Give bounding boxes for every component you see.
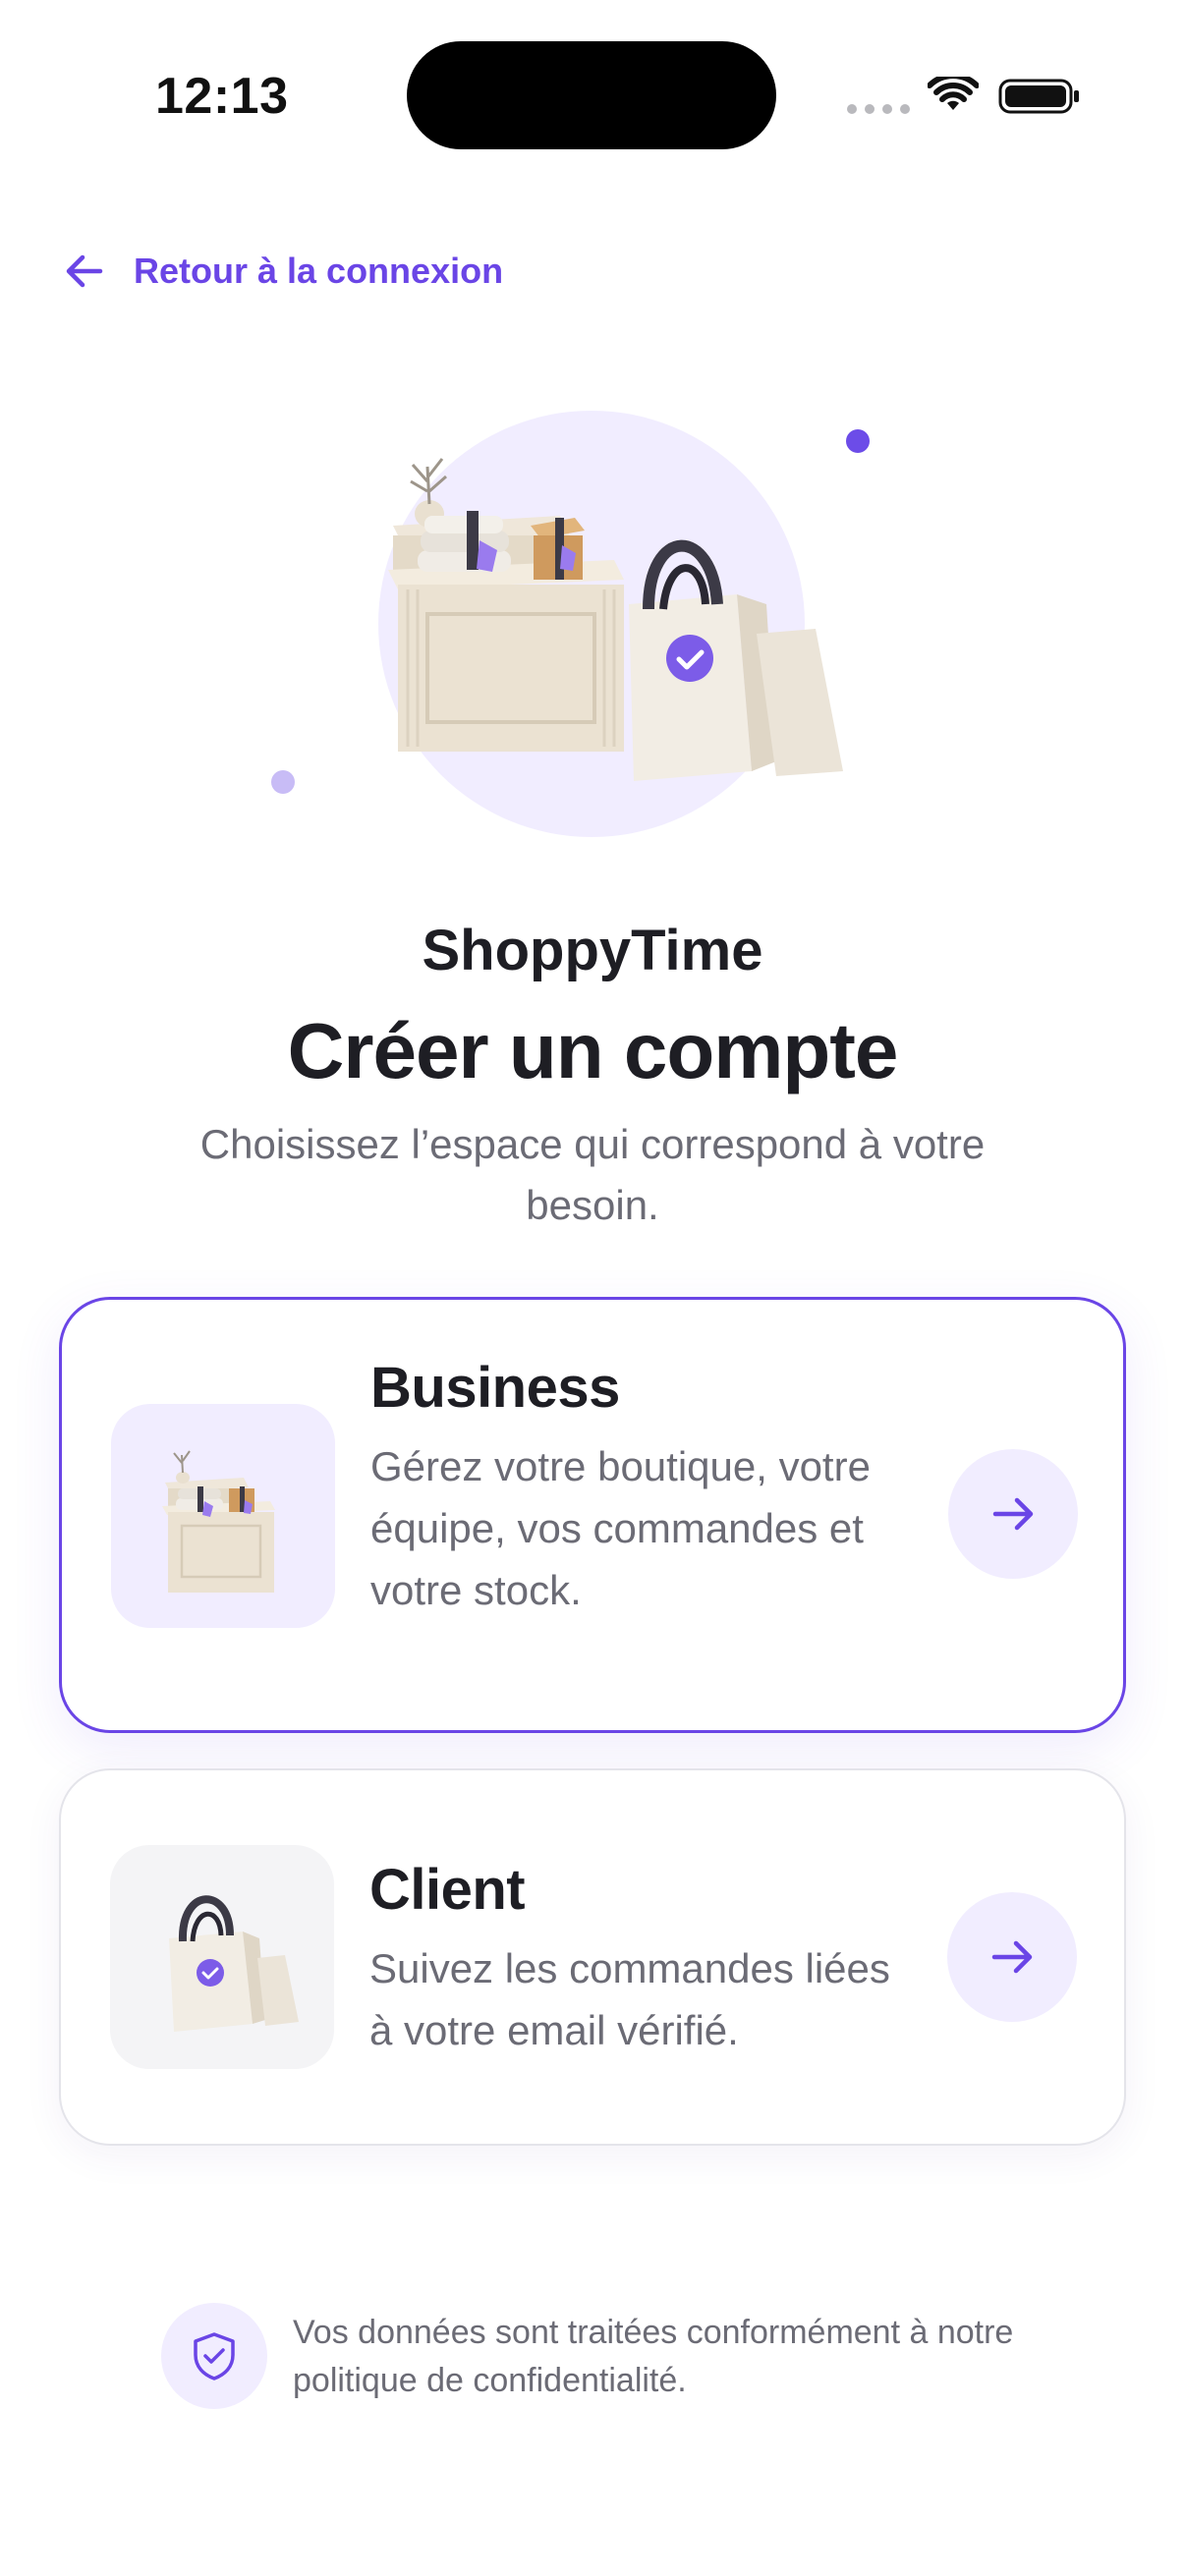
client-description: Suivez les commandes liées à votre email… <box>369 1945 890 2053</box>
signal-dots-icon <box>847 104 910 114</box>
decorative-dot <box>846 429 870 453</box>
business-thumbnail <box>111 1404 335 1628</box>
page-subtitle: Choisissez l’espace qui correspond à vot… <box>199 1121 986 1228</box>
privacy-notice: Vos données sont traitées conformément à… <box>293 2314 1014 2399</box>
page-title: Créer un compte <box>287 1007 899 1094</box>
shopping-bag-icon <box>169 1895 299 2032</box>
client-option-card[interactable]: Client Suivez les commandes liées à votr… <box>59 1768 1126 2146</box>
dynamic-island <box>407 41 776 149</box>
client-title: Client <box>369 1858 526 1922</box>
wifi-icon <box>928 77 979 110</box>
back-to-login-link[interactable]: Retour à la connexion <box>61 246 503 297</box>
arrow-right-icon <box>992 1497 1034 1531</box>
shield-check-icon <box>194 2332 235 2380</box>
brand-name: ShoppyTime <box>422 919 763 982</box>
business-option-card[interactable]: Business Gérez votre boutique, votre équ… <box>59 1297 1126 1733</box>
client-arrow-button[interactable] <box>947 1892 1077 2022</box>
status-time: 12:13 <box>155 68 289 125</box>
decorative-dot <box>271 770 295 794</box>
shop-counter-icon <box>162 1450 275 1593</box>
arrow-left-icon <box>66 254 103 288</box>
client-thumbnail <box>110 1845 334 2069</box>
arrow-right-icon <box>991 1940 1033 1974</box>
business-title: Business <box>370 1356 620 1420</box>
battery-icon <box>998 79 1079 114</box>
privacy-badge <box>161 2303 267 2409</box>
business-description: Gérez votre boutique, votre équipe, vos … <box>370 1443 871 1613</box>
business-arrow-button[interactable] <box>948 1449 1078 1579</box>
shop-illustration <box>388 458 843 781</box>
back-link-label: Retour à la connexion <box>134 251 504 291</box>
